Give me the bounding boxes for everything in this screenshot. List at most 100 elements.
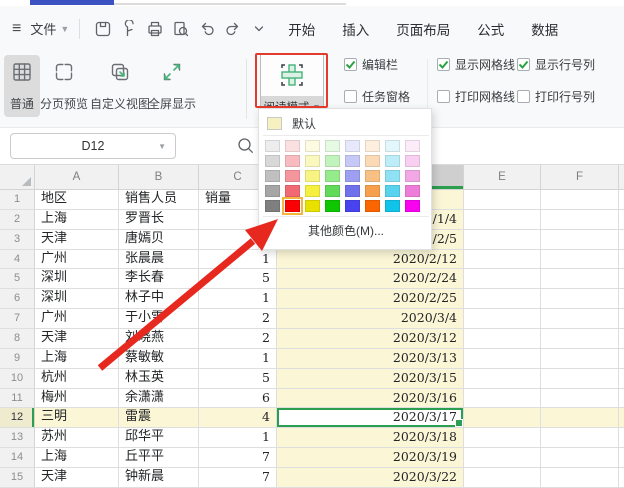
cell-D8[interactable]: 2020/3/12 — [277, 329, 464, 349]
color-swatch[interactable] — [405, 200, 420, 212]
color-swatch[interactable] — [265, 200, 280, 212]
cell-B1[interactable]: 销售人员 — [119, 190, 199, 210]
cell-F10[interactable] — [541, 368, 619, 389]
customize-toolbar-icon[interactable] — [246, 16, 272, 42]
hamburger-menu-icon[interactable]: ≡ — [12, 20, 21, 38]
cell-D6[interactable]: 2020/2/25 — [277, 289, 464, 310]
cell-B12[interactable]: 雷震 — [119, 408, 199, 429]
color-swatch[interactable] — [345, 185, 360, 197]
cell-A9[interactable]: 上海 — [35, 348, 119, 369]
row-header-12[interactable]: 12 — [0, 408, 35, 429]
file-menu-button[interactable]: 文件 ▼ — [30, 19, 69, 38]
more-colors-item[interactable]: 其他颜色(M)... — [259, 222, 433, 239]
checkbox-print-gridlines[interactable]: 打印网格线 — [437, 88, 515, 104]
print-icon[interactable] — [142, 16, 168, 42]
color-swatch[interactable] — [265, 170, 280, 182]
cell-C11[interactable]: 6 — [199, 388, 277, 409]
color-swatch[interactable] — [305, 170, 320, 182]
name-box[interactable]: D12 ▼ — [10, 133, 176, 159]
cell-E11[interactable] — [464, 388, 541, 409]
cell-F11[interactable] — [541, 388, 619, 409]
ribbon-tab-2[interactable]: 页面布局 — [396, 19, 450, 39]
cell-A3[interactable]: 天津 — [35, 229, 119, 250]
cell-B3[interactable]: 唐嫣贝 — [119, 229, 199, 250]
fullscreen-button[interactable]: 全屏显示 — [143, 55, 201, 117]
cell-A13[interactable]: 苏州 — [35, 428, 119, 449]
color-swatch[interactable] — [365, 185, 380, 197]
select-all-corner[interactable] — [0, 164, 35, 190]
save-icon[interactable] — [90, 16, 116, 42]
cell-E7[interactable] — [464, 309, 541, 330]
cell-F8[interactable] — [541, 329, 619, 349]
color-swatch[interactable] — [285, 155, 300, 167]
row-header-1[interactable]: 1 — [0, 190, 35, 210]
color-swatch[interactable] — [385, 140, 400, 152]
color-swatch[interactable] — [345, 140, 360, 152]
cell-D11[interactable]: 2020/3/16 — [277, 388, 464, 409]
color-swatch[interactable] — [325, 155, 340, 167]
color-swatch[interactable] — [345, 155, 360, 167]
cell-C6[interactable]: 1 — [199, 289, 277, 310]
cell-E13[interactable] — [464, 428, 541, 449]
color-swatch[interactable] — [345, 170, 360, 182]
color-swatch[interactable] — [305, 200, 320, 212]
row-header-3[interactable]: 3 — [0, 229, 35, 250]
cell-B5[interactable]: 李长春 — [119, 269, 199, 290]
color-swatch[interactable] — [305, 140, 320, 152]
cell-E15[interactable] — [464, 468, 541, 488]
cell-B7[interactable]: 于小雪 — [119, 309, 199, 330]
row-header-5[interactable]: 5 — [0, 269, 35, 290]
cell-A1[interactable]: 地区 — [35, 190, 119, 210]
checkbox-task-pane[interactable]: 任务窗格 — [344, 88, 410, 104]
cell-F14[interactable] — [541, 448, 619, 469]
ribbon-tab-1[interactable]: 插入 — [342, 19, 369, 39]
row-header-13[interactable]: 13 — [0, 428, 35, 449]
cell-E6[interactable] — [464, 289, 541, 310]
cell-C10[interactable]: 5 — [199, 368, 277, 389]
cell-A12[interactable]: 三明 — [35, 408, 119, 429]
color-swatch[interactable] — [405, 185, 420, 197]
row-header-9[interactable]: 9 — [0, 348, 35, 369]
cell-D9[interactable]: 2020/3/13 — [277, 348, 464, 369]
color-swatch[interactable] — [305, 155, 320, 167]
cell-A4[interactable]: 广州 — [35, 249, 119, 270]
cell-A10[interactable]: 杭州 — [35, 368, 119, 389]
color-swatch[interactable] — [282, 197, 303, 215]
color-swatch[interactable] — [285, 170, 300, 182]
cell-F12[interactable] — [541, 408, 619, 429]
cell-A11[interactable]: 梅州 — [35, 388, 119, 409]
checkbox-show-headings[interactable]: 显示行号列 — [517, 56, 595, 72]
cell-C12[interactable]: 4 — [199, 408, 277, 429]
color-swatch[interactable] — [365, 155, 380, 167]
cell-C13[interactable]: 1 — [199, 428, 277, 449]
cell-B13[interactable]: 邱华平 — [119, 428, 199, 449]
cell-F2[interactable] — [541, 209, 619, 230]
cell-B11[interactable]: 余潇潇 — [119, 388, 199, 409]
row-header-8[interactable]: 8 — [0, 329, 35, 349]
magnifier-icon[interactable] — [236, 136, 256, 159]
cell-B14[interactable]: 丘平平 — [119, 448, 199, 469]
cell-C7[interactable]: 2 — [199, 309, 277, 330]
checkbox-show-gridlines[interactable]: 显示网格线 — [437, 56, 515, 72]
row-header-11[interactable]: 11 — [0, 388, 35, 409]
cell-B15[interactable]: 钟新晨 — [119, 468, 199, 488]
cell-E10[interactable] — [464, 368, 541, 389]
ribbon-tab-3[interactable]: 公式 — [477, 19, 504, 39]
cell-E8[interactable] — [464, 329, 541, 349]
color-swatch[interactable] — [265, 140, 280, 152]
column-header-F[interactable]: F — [541, 164, 619, 190]
ribbon-tab-4[interactable]: 数据 — [531, 19, 558, 39]
ribbon-tab-0[interactable]: 开始 — [288, 19, 315, 39]
color-swatch[interactable] — [405, 155, 420, 167]
cell-D4[interactable]: 2020/2/12 — [277, 249, 464, 270]
cell-D15[interactable]: 2020/3/22 — [277, 468, 464, 488]
redo-icon[interactable] — [220, 16, 246, 42]
cell-A8[interactable]: 天津 — [35, 329, 119, 349]
color-swatch[interactable] — [385, 170, 400, 182]
cell-E2[interactable] — [464, 209, 541, 230]
cell-C8[interactable]: 2 — [199, 329, 277, 349]
color-swatch[interactable] — [285, 140, 300, 152]
column-header-B[interactable]: B — [119, 164, 199, 190]
checkbox-print-headings[interactable]: 打印行号列 — [517, 88, 595, 104]
cell-F1[interactable] — [541, 190, 619, 210]
